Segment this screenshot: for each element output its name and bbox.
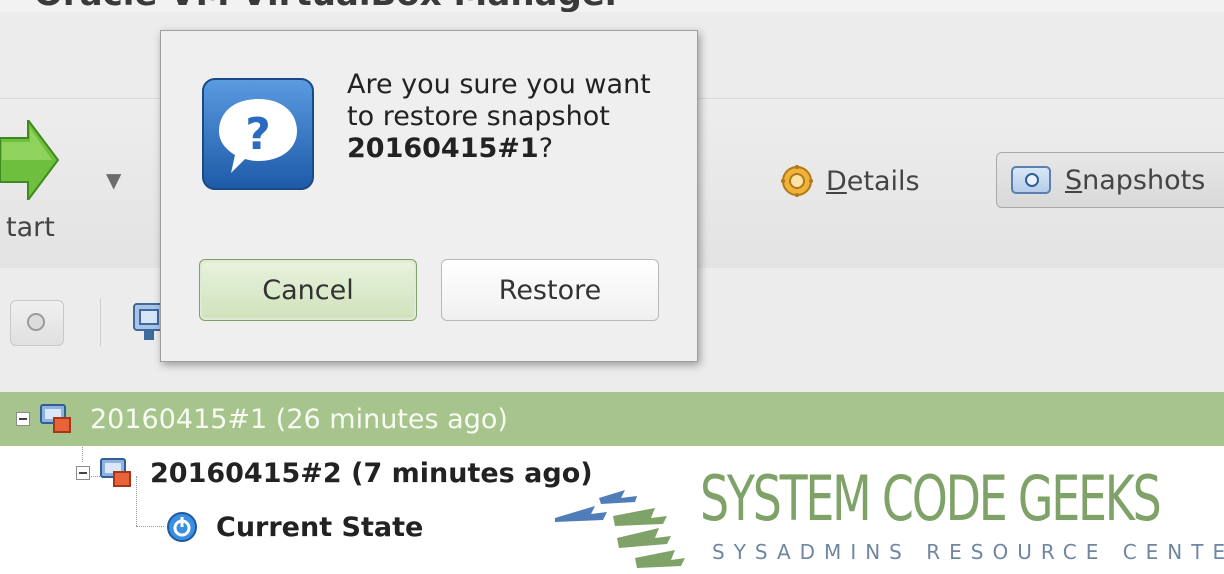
cancel-button[interactable]: Cancel xyxy=(199,259,417,321)
tree-item-label: 20160415#2 (7 minutes ago) xyxy=(150,457,593,489)
details-button[interactable]: Details xyxy=(780,158,920,204)
current-state-icon xyxy=(167,512,197,542)
snapshots-button[interactable]: Snapshots xyxy=(996,152,1224,208)
watermark-title: SYSTEM CODE GEEKS xyxy=(700,462,1162,535)
question-icon: ? xyxy=(202,78,314,190)
tree-item-label: 20160415#1 (26 minutes ago) xyxy=(90,403,508,435)
dropdown-icon[interactable]: ▼ xyxy=(106,168,121,192)
window-title: Oracle VM VirtualBox Manager xyxy=(34,0,622,12)
collapse-toggle[interactable] xyxy=(76,466,90,480)
take-snapshot-button[interactable] xyxy=(10,300,64,346)
restore-button[interactable]: Restore xyxy=(441,259,659,321)
window-title-bar: Oracle VM VirtualBox Manager xyxy=(0,0,1224,12)
snapshot-node-icon xyxy=(100,458,131,487)
collapse-toggle[interactable] xyxy=(16,412,30,426)
watermark-subtitle: SYSADMINS RESOURCE CENTER xyxy=(712,540,1224,564)
dialog-message: Are you sure you want to restore snapsho… xyxy=(347,69,651,164)
snapshot-node-icon xyxy=(40,404,71,433)
start-arrow-icon[interactable] xyxy=(0,120,60,200)
gear-icon xyxy=(781,165,813,197)
snapshots-label: Snapshots xyxy=(1065,164,1206,196)
tree-item-snapshot-1[interactable]: 20160415#1 (26 minutes ago) xyxy=(0,392,1224,446)
watermark-arrows-logo xyxy=(555,490,685,568)
start-button-label[interactable]: tart xyxy=(6,212,55,243)
svg-text:?: ? xyxy=(245,109,271,160)
toolbar-separator xyxy=(100,298,101,346)
snapshot-camera-icon xyxy=(1011,166,1051,194)
tree-item-label: Current State xyxy=(216,511,424,543)
restore-confirm-dialog: ? Are you sure you want to restore snaps… xyxy=(160,30,698,362)
details-label: Details xyxy=(826,165,920,197)
